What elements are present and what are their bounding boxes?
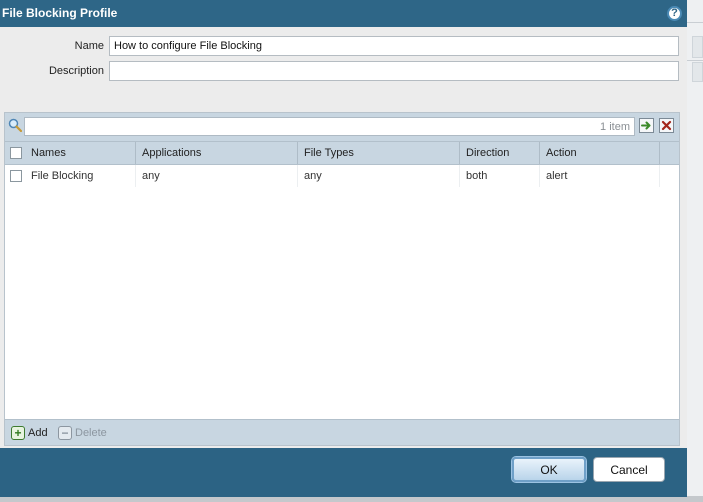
cell-direction: both <box>460 165 540 187</box>
description-field[interactable] <box>109 61 679 81</box>
cell-name[interactable]: File Blocking <box>25 165 136 187</box>
grid-footer: + Add − Delete <box>5 419 679 445</box>
dialog-titlebar[interactable]: File Blocking Profile ? <box>0 0 687 27</box>
table-row[interactable]: File Blocking any any both alert <box>5 165 679 187</box>
dialog-title: File Blocking Profile <box>2 6 118 20</box>
column-header-applications[interactable]: Applications <box>136 142 298 164</box>
background-app-edge <box>686 0 703 502</box>
delete-label: Delete <box>75 427 107 439</box>
add-button[interactable]: + Add <box>11 425 48 441</box>
plus-icon: + <box>11 426 25 440</box>
cancel-button[interactable]: Cancel <box>593 457 665 482</box>
dialog-button-bar: OK Cancel <box>0 448 687 497</box>
background-field <box>692 36 703 58</box>
divider <box>686 60 703 61</box>
select-all-checkbox[interactable] <box>10 147 22 159</box>
item-count: 1 item <box>600 121 630 133</box>
background-field <box>692 62 703 82</box>
rules-grid: 1 item Names Applications File Types Dir… <box>4 112 680 446</box>
column-header-names[interactable]: Names <box>25 142 136 164</box>
delete-button[interactable]: − Delete <box>58 425 107 441</box>
file-blocking-profile-dialog: File Blocking Profile ? Name How to conf… <box>0 0 687 497</box>
search-input[interactable]: 1 item <box>24 117 635 136</box>
dialog-body: Name How to configure File Blocking Desc… <box>0 27 687 448</box>
close-icon <box>661 120 672 131</box>
cell-applications: any <box>136 165 298 187</box>
column-header-action[interactable]: Action <box>540 142 660 164</box>
row-checkbox[interactable] <box>10 170 22 182</box>
help-icon[interactable]: ? <box>667 6 682 21</box>
minus-icon: − <box>58 426 72 440</box>
search-icon <box>8 118 22 132</box>
add-label: Add <box>28 427 48 439</box>
grid-header: Names Applications File Types Direction … <box>5 141 679 165</box>
ok-button[interactable]: OK <box>512 457 586 482</box>
column-header-direction[interactable]: Direction <box>460 142 540 164</box>
arrow-right-icon <box>641 121 651 130</box>
cell-file-types: any <box>298 165 460 187</box>
clear-filter-button[interactable] <box>659 118 674 133</box>
apply-filter-button[interactable] <box>639 118 654 133</box>
name-field[interactable]: How to configure File Blocking <box>109 36 679 56</box>
column-header-file-types[interactable]: File Types <box>298 142 460 164</box>
divider <box>686 22 703 23</box>
grid-toolbar: 1 item <box>5 113 679 141</box>
description-label: Description <box>48 65 104 77</box>
name-label: Name <box>74 40 104 52</box>
cell-action: alert <box>540 165 660 187</box>
